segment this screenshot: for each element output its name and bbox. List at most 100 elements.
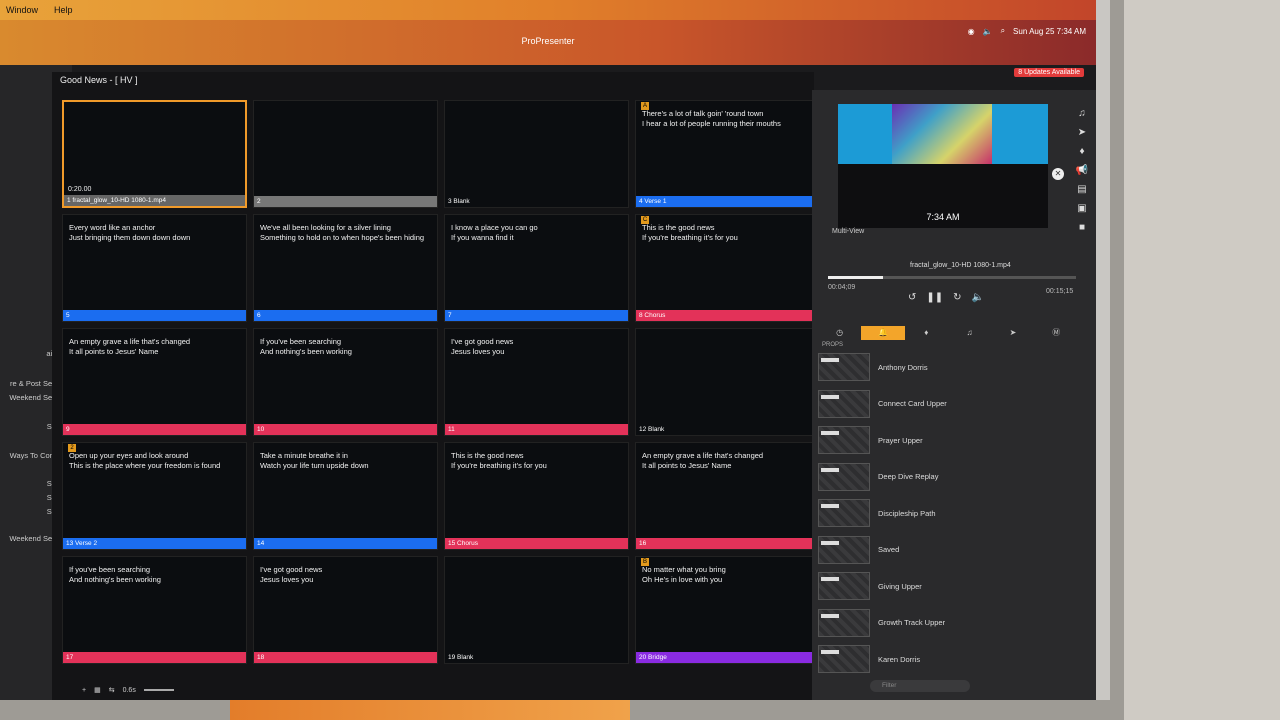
menu-bar: Window Help bbox=[0, 0, 1096, 20]
transition-duration[interactable]: 0.6s bbox=[123, 687, 136, 694]
megaphone-icon[interactable]: 📢 bbox=[1076, 165, 1088, 176]
multiview-label[interactable]: Multi-View bbox=[832, 228, 864, 235]
slide-editor: Good News - [ HV ] ▦ ◧ ☰ ◎ ▶ 0:20.001 fr… bbox=[52, 72, 820, 700]
slide-text: I've got good news Jesus loves you bbox=[451, 337, 514, 356]
slide-4[interactable]: A There's a lot of talk goin' 'round town… bbox=[635, 100, 820, 208]
slide-text: If you've been searching And nothing's b… bbox=[260, 337, 352, 356]
tab-props[interactable]: 🔔 bbox=[861, 326, 905, 340]
slide-8[interactable]: C This is the good news If you're breathi… bbox=[635, 214, 820, 322]
slide-text: An empty grave a life that's changed It … bbox=[69, 337, 191, 356]
tab-timers[interactable]: ◷ bbox=[818, 326, 861, 340]
rewind-icon[interactable]: ↺ bbox=[908, 292, 916, 303]
slide-12[interactable]: 12 Blank bbox=[635, 328, 820, 436]
prop-thumbnail bbox=[818, 572, 870, 600]
slide-18[interactable]: I've got good news Jesus loves you 18 bbox=[253, 556, 438, 664]
prop-item[interactable]: Connect Card Upper bbox=[818, 387, 1068, 421]
slide-19[interactable]: 19 Blank bbox=[444, 556, 629, 664]
image-icon[interactable]: ▣ bbox=[1077, 203, 1086, 214]
preview-clock: 7:34 AM bbox=[926, 212, 960, 222]
send-icon[interactable]: ➤ bbox=[1078, 127, 1086, 138]
bell-icon[interactable]: ♦ bbox=[1079, 146, 1084, 157]
search-icon[interactable]: ⌕ bbox=[1001, 26, 1005, 36]
title-bar: ProPresenter ◉ 🔈 ⌕ Sun Aug 25 7:34 AM bbox=[0, 20, 1096, 65]
slide-label-bar: 13 Verse 2 bbox=[63, 538, 246, 549]
slide-label-bar: 3 Blank bbox=[448, 198, 470, 205]
slide-text: We've all been looking for a silver lini… bbox=[260, 223, 425, 242]
system-status: ◉ 🔈 ⌕ Sun Aug 25 7:34 AM bbox=[968, 26, 1086, 36]
slide-label-bar: 2 bbox=[254, 196, 437, 207]
slide-9[interactable]: An empty grave a life that's changed It … bbox=[62, 328, 247, 436]
slide-label-bar: 8 Chorus bbox=[636, 310, 819, 321]
slide-text: Every word like an anchor Just bringing … bbox=[69, 223, 191, 242]
prop-item[interactable]: Anthony Dorris bbox=[818, 350, 1068, 384]
slide-11[interactable]: I've got good news Jesus loves you 11 bbox=[444, 328, 629, 436]
tab-stage[interactable]: ♦ bbox=[905, 326, 948, 340]
prop-label: Prayer Upper bbox=[878, 435, 923, 445]
zoom-slider[interactable] bbox=[143, 689, 174, 691]
music-icon[interactable]: ♫ bbox=[1078, 108, 1086, 119]
menu-help[interactable]: Help bbox=[54, 5, 73, 15]
prop-item[interactable]: Discipleship Path bbox=[818, 496, 1068, 530]
slide-16[interactable]: An empty grave a life that's changed It … bbox=[635, 442, 820, 550]
prop-thumbnail bbox=[818, 426, 870, 454]
add-icon[interactable]: + bbox=[82, 687, 86, 694]
wifi-icon[interactable]: ◉ bbox=[968, 27, 975, 36]
tab-macros[interactable]: Ⓜ bbox=[1035, 326, 1078, 340]
slide-17[interactable]: If you've been searching And nothing's b… bbox=[62, 556, 247, 664]
tab-messages[interactable]: ➤ bbox=[991, 326, 1034, 340]
slide-15[interactable]: This is the good news If you're breathin… bbox=[444, 442, 629, 550]
media-progress-track[interactable] bbox=[828, 276, 1076, 279]
slide-10[interactable]: If you've been searching And nothing's b… bbox=[253, 328, 438, 436]
prop-thumbnail bbox=[818, 645, 870, 673]
volume-icon[interactable]: 🔈 bbox=[972, 292, 984, 303]
slide-label-bar: 14 bbox=[254, 538, 437, 549]
slide-5[interactable]: Every word like an anchor Just bringing … bbox=[62, 214, 247, 322]
forward-skip-icon[interactable]: ↻ bbox=[953, 292, 961, 303]
props-header: PROPS bbox=[822, 342, 844, 348]
slide-20[interactable]: B No matter what you bring Oh He's in lov… bbox=[635, 556, 820, 664]
slide-7[interactable]: I know a place you can go If you wanna f… bbox=[444, 214, 629, 322]
slide-1[interactable]: 0:20.00 1 fractal_glow_10-HD 1080-1.mp4 bbox=[62, 100, 247, 208]
slide-text: This is the good news If you're breathin… bbox=[642, 223, 738, 242]
media-elapsed: 00:04;09 bbox=[828, 284, 856, 291]
slide-3[interactable]: 3 Blank bbox=[444, 100, 629, 208]
right-panel: 7:34 AM ♫ ➤ ♦ 📢 ▤ ▣ ■ Multi-View ✕ fract… bbox=[812, 90, 1096, 700]
video-icon[interactable]: ■ bbox=[1079, 222, 1085, 233]
layout-icon[interactable]: ▦ bbox=[94, 686, 101, 694]
slide-2[interactable]: 2 bbox=[253, 100, 438, 208]
pause-icon[interactable]: ❚❚ bbox=[926, 292, 943, 303]
volume-icon[interactable]: 🔈 bbox=[983, 27, 993, 36]
tab-audio[interactable]: ♫ bbox=[948, 326, 991, 340]
updates-badge[interactable]: 8 Updates Available bbox=[1014, 68, 1084, 77]
prop-item[interactable]: Giving Upper bbox=[818, 569, 1068, 603]
transition-icon[interactable]: ⇆ bbox=[109, 686, 115, 694]
slide-label-bar: 11 bbox=[445, 424, 628, 435]
prop-item[interactable]: Growth Track Upper bbox=[818, 606, 1068, 640]
filter-input[interactable]: Filter bbox=[870, 680, 970, 692]
output-preview[interactable]: 7:34 AM bbox=[838, 104, 1048, 228]
slide-text: Take a minute breathe it in Watch your l… bbox=[260, 451, 369, 470]
prop-label: Connect Card Upper bbox=[878, 399, 947, 408]
prop-item[interactable]: Prayer Upper bbox=[818, 423, 1068, 457]
message-icon[interactable]: ▤ bbox=[1077, 184, 1086, 195]
slide-label-bar: 5 bbox=[63, 310, 246, 321]
clock-text: Sun Aug 25 7:34 AM bbox=[1013, 26, 1086, 36]
panel-tabs: ◷ 🔔 ♦ ♫ ➤ Ⓜ bbox=[818, 326, 1078, 340]
slide-6[interactable]: We've all been looking for a silver lini… bbox=[253, 214, 438, 322]
prop-item[interactable]: Saved bbox=[818, 533, 1068, 567]
slide-13[interactable]: 2 Open up your eyes and look around This … bbox=[62, 442, 247, 550]
close-icon[interactable]: ✕ bbox=[1052, 168, 1064, 180]
dock bbox=[230, 700, 630, 720]
slide-label-bar: 20 Bridge bbox=[636, 652, 819, 663]
slide-text: This is the good news If you're breathin… bbox=[451, 451, 547, 470]
menu-window[interactable]: Window bbox=[6, 5, 38, 15]
presentation-title: Good News - [ HV ] bbox=[60, 75, 138, 85]
slide-14[interactable]: Take a minute breathe it in Watch your l… bbox=[253, 442, 438, 550]
media-remaining: 00:15;15 bbox=[1046, 288, 1074, 295]
slide-label-bar: 6 bbox=[254, 310, 437, 321]
slide-label-bar: 12 Blank bbox=[639, 426, 665, 433]
prop-label: Discipleship Path bbox=[878, 508, 936, 518]
prop-thumbnail bbox=[818, 462, 870, 491]
prop-item[interactable]: Deep Dive Replay bbox=[818, 460, 1068, 494]
prop-item[interactable]: Karen Dorris bbox=[818, 642, 1068, 676]
